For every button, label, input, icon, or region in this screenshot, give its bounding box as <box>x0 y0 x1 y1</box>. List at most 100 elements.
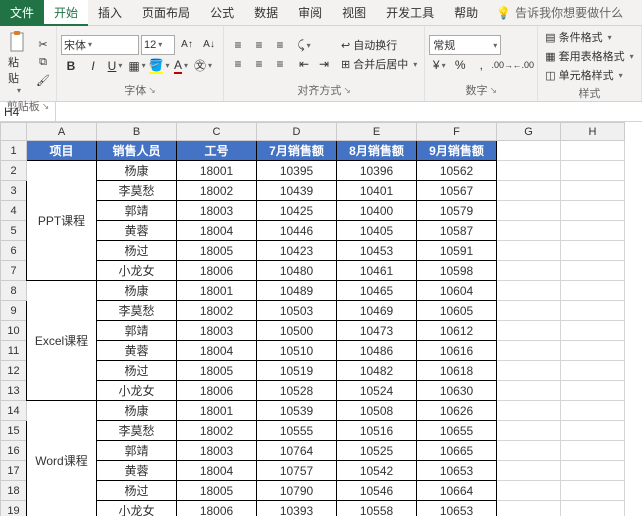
orientation-button[interactable]: ⤹▾ <box>294 36 314 54</box>
data-cell[interactable]: 10605 <box>417 301 497 321</box>
merge-center-button[interactable]: ⊞合并后居中▾ <box>338 55 420 73</box>
header-cell[interactable]: 8月销售额 <box>337 141 417 161</box>
col-header-C[interactable]: C <box>177 123 257 141</box>
header-cell[interactable]: 9月销售额 <box>417 141 497 161</box>
data-cell[interactable]: 黄蓉 <box>97 221 177 241</box>
row-header-18[interactable]: 18 <box>1 481 27 501</box>
data-cell[interactable]: 18003 <box>177 321 257 341</box>
tab-formulas[interactable]: 公式 <box>200 0 244 26</box>
cell[interactable] <box>561 421 625 441</box>
data-cell[interactable]: 10612 <box>417 321 497 341</box>
data-cell[interactable]: 10500 <box>257 321 337 341</box>
cell[interactable] <box>497 381 561 401</box>
data-cell[interactable]: 10579 <box>417 201 497 221</box>
row-header-8[interactable]: 8 <box>1 281 27 301</box>
data-cell[interactable]: 18002 <box>177 301 257 321</box>
format-painter-button[interactable]: 🖌 <box>34 73 52 89</box>
data-cell[interactable]: 10516 <box>337 421 417 441</box>
data-cell[interactable]: 李莫愁 <box>97 181 177 201</box>
data-cell[interactable]: 18003 <box>177 201 257 221</box>
cell[interactable] <box>561 401 625 421</box>
tab-data[interactable]: 数据 <box>244 0 288 26</box>
tab-insert[interactable]: 插入 <box>88 0 132 26</box>
tab-review[interactable]: 审阅 <box>288 0 332 26</box>
tab-view[interactable]: 视图 <box>332 0 376 26</box>
header-cell[interactable]: 工号 <box>177 141 257 161</box>
data-cell[interactable]: 10508 <box>337 401 417 421</box>
data-cell[interactable]: 10395 <box>257 161 337 181</box>
data-cell[interactable]: 10567 <box>417 181 497 201</box>
data-cell[interactable]: 10423 <box>257 241 337 261</box>
data-cell[interactable]: 10482 <box>337 361 417 381</box>
cell[interactable] <box>497 401 561 421</box>
row-header-19[interactable]: 19 <box>1 501 27 516</box>
data-cell[interactable]: 18001 <box>177 401 257 421</box>
cell[interactable] <box>497 161 561 181</box>
launcher-icon[interactable]: ↘ <box>343 85 351 96</box>
cell[interactable] <box>497 241 561 261</box>
data-cell[interactable]: 10546 <box>337 481 417 501</box>
percent-button[interactable]: % <box>450 56 470 74</box>
row-header-2[interactable]: 2 <box>1 161 27 181</box>
cell[interactable] <box>561 461 625 481</box>
data-cell[interactable]: 10630 <box>417 381 497 401</box>
launcher-icon[interactable]: ↘ <box>489 85 497 96</box>
data-cell[interactable]: 10525 <box>337 441 417 461</box>
data-cell[interactable]: 小龙女 <box>97 381 177 401</box>
row-header-9[interactable]: 9 <box>1 301 27 321</box>
col-header-H[interactable]: H <box>561 123 625 141</box>
data-cell[interactable]: 10764 <box>257 441 337 461</box>
data-cell[interactable]: 10393 <box>257 501 337 516</box>
bold-button[interactable]: B <box>61 57 81 75</box>
cell[interactable] <box>497 221 561 241</box>
data-cell[interactable]: 18004 <box>177 221 257 241</box>
row-header-4[interactable]: 4 <box>1 201 27 221</box>
data-cell[interactable]: 10465 <box>337 281 417 301</box>
decrease-decimal-button[interactable]: ←.00 <box>513 56 533 74</box>
border-button[interactable]: ▦▾ <box>127 57 147 75</box>
cell[interactable] <box>561 441 625 461</box>
row-header-17[interactable]: 17 <box>1 461 27 481</box>
data-cell[interactable]: 18002 <box>177 181 257 201</box>
font-size-select[interactable]: 12▾ <box>141 35 175 55</box>
cell[interactable] <box>497 421 561 441</box>
cell[interactable] <box>497 441 561 461</box>
project-cell[interactable]: Excel课程 <box>27 281 97 401</box>
cell[interactable] <box>561 141 625 161</box>
data-cell[interactable]: 18006 <box>177 501 257 516</box>
data-cell[interactable]: 李莫愁 <box>97 421 177 441</box>
row-header-3[interactable]: 3 <box>1 181 27 201</box>
data-cell[interactable]: 10401 <box>337 181 417 201</box>
data-cell[interactable]: 10562 <box>417 161 497 181</box>
font-color-button[interactable]: A▾ <box>171 57 191 75</box>
data-cell[interactable]: 10653 <box>417 501 497 516</box>
tell-me-search[interactable]: 💡 告诉我你想要做什么 <box>496 4 623 21</box>
col-header-F[interactable]: F <box>417 123 497 141</box>
cell[interactable] <box>561 241 625 261</box>
cell-styles-button[interactable]: ◫单元格样式▾ <box>542 66 636 84</box>
data-cell[interactable]: 10425 <box>257 201 337 221</box>
data-cell[interactable]: 李莫愁 <box>97 301 177 321</box>
col-header-G[interactable]: G <box>497 123 561 141</box>
increase-decimal-button[interactable]: .00→ <box>492 56 512 74</box>
tab-file[interactable]: 文件 <box>0 0 44 26</box>
data-cell[interactable]: 10653 <box>417 461 497 481</box>
data-cell[interactable]: 10439 <box>257 181 337 201</box>
data-cell[interactable]: 10510 <box>257 341 337 361</box>
data-cell[interactable]: 郭靖 <box>97 321 177 341</box>
row-header-14[interactable]: 14 <box>1 401 27 421</box>
underline-button[interactable]: U▾ <box>105 57 125 75</box>
data-cell[interactable]: 10757 <box>257 461 337 481</box>
data-cell[interactable]: 10486 <box>337 341 417 361</box>
data-cell[interactable]: 10461 <box>337 261 417 281</box>
align-middle-button[interactable]: ≡ <box>249 36 269 54</box>
data-cell[interactable]: 10405 <box>337 221 417 241</box>
data-cell[interactable]: 10558 <box>337 501 417 516</box>
cell[interactable] <box>561 361 625 381</box>
data-cell[interactable]: 18001 <box>177 161 257 181</box>
align-right-button[interactable]: ≡ <box>270 55 290 73</box>
decrease-indent-button[interactable]: ⇤ <box>294 55 314 73</box>
row-header-5[interactable]: 5 <box>1 221 27 241</box>
data-cell[interactable]: 18005 <box>177 481 257 501</box>
cell[interactable] <box>497 501 561 516</box>
